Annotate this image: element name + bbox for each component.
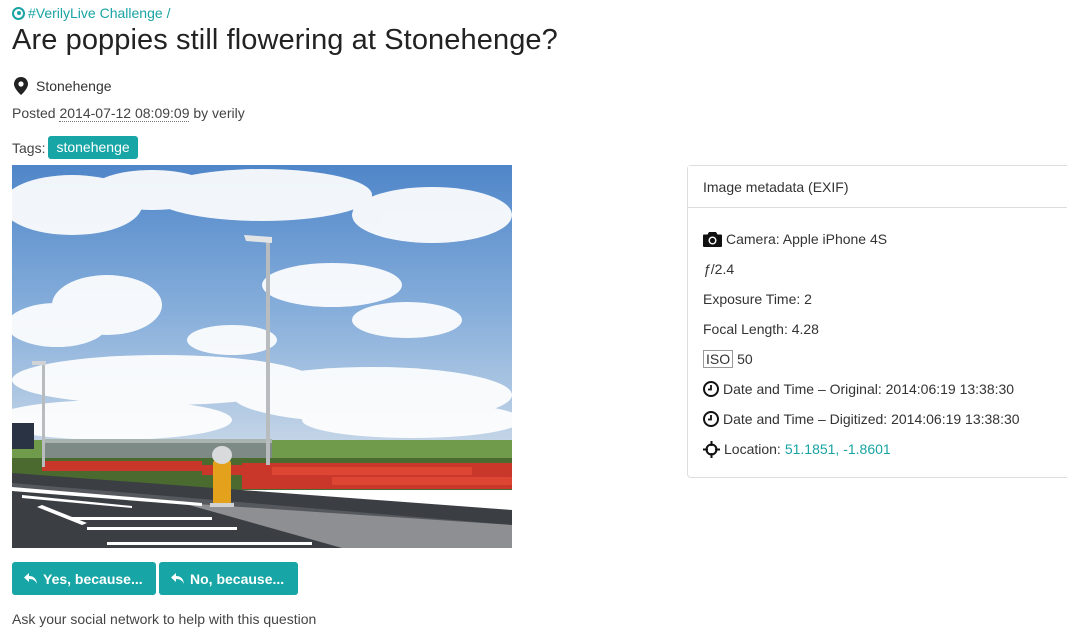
exif-exposure: Exposure Time: 2: [703, 291, 812, 307]
exif-date-digitized: Date and Time – Digitized: 2014:06:19 13…: [723, 411, 1020, 427]
clock-icon: [703, 411, 719, 427]
tag-stonehenge[interactable]: stonehenge: [48, 136, 138, 159]
reply-icon: [24, 572, 37, 584]
exif-iso-value: 50: [737, 351, 753, 367]
posted-by: by verily: [193, 105, 245, 121]
exif-exposure-row: Exposure Time: 2: [703, 284, 1061, 314]
breadcrumb: #VerilyLive Challenge /: [12, 5, 171, 21]
yes-button-label: Yes, because...: [43, 570, 143, 587]
challenge-link[interactable]: #VerilyLive Challenge: [28, 5, 163, 21]
exif-location-label: Location:: [724, 441, 781, 457]
iso-icon: ISO: [703, 350, 734, 368]
posted-line: Posted 2014-07-12 08:09:09 by verily: [12, 105, 245, 122]
reply-icon: [171, 572, 184, 584]
map-pin-icon: [14, 77, 28, 95]
camera-icon: [703, 231, 722, 247]
f-number-icon: ƒ: [703, 261, 711, 277]
exif-panel-body: Camera: Apple iPhone 4S ƒ /2.4 Exposure …: [688, 208, 1067, 464]
crosshair-icon: [703, 440, 720, 458]
exif-focal-row: Focal Length: 4.28: [703, 314, 1061, 344]
no-button-label: No, because...: [190, 570, 285, 587]
clock-icon: [703, 381, 719, 397]
yes-button[interactable]: Yes, because...: [12, 562, 156, 595]
photo-image: [12, 165, 512, 548]
breadcrumb-separator: /: [166, 5, 171, 21]
exif-iso-row: ISO 50: [703, 344, 1061, 374]
exif-date-original-row: Date and Time – Original: 2014:06:19 13:…: [703, 374, 1061, 404]
answer-buttons: Yes, because... No, because...: [12, 562, 298, 595]
exif-location-row: Location: 51.1851, -1.8601: [703, 434, 1061, 464]
exif-location-link[interactable]: 51.1851, -1.8601: [785, 441, 891, 457]
social-prompt: Ask your social network to help with thi…: [12, 611, 317, 627]
posted-prefix: Posted: [12, 105, 56, 121]
exif-camera-row: Camera: Apple iPhone 4S: [703, 224, 1061, 254]
exif-fnumber-row: ƒ /2.4: [703, 254, 1061, 284]
exif-panel-heading: Image metadata (EXIF): [688, 166, 1067, 208]
exif-panel: Image metadata (EXIF) Camera: Apple iPho…: [687, 165, 1067, 478]
question-photo: [12, 165, 512, 548]
no-button[interactable]: No, because...: [159, 562, 298, 595]
posted-date: 2014-07-12 08:09:09: [59, 105, 190, 122]
location-line: Stonehenge: [14, 77, 112, 95]
tags-line: Tags: stonehenge: [12, 136, 138, 159]
exif-fnumber: /2.4: [710, 261, 735, 277]
exif-camera: Camera: Apple iPhone 4S: [726, 231, 888, 247]
target-icon: [12, 6, 25, 20]
page-title: Are poppies still flowering at Stoneheng…: [12, 24, 558, 56]
location-name: Stonehenge: [36, 78, 112, 94]
tags-label: Tags:: [12, 139, 46, 156]
exif-date-digitized-row: Date and Time – Digitized: 2014:06:19 13…: [703, 404, 1061, 434]
exif-date-original: Date and Time – Original: 2014:06:19 13:…: [723, 381, 1015, 397]
exif-focal: Focal Length: 4.28: [703, 321, 819, 337]
